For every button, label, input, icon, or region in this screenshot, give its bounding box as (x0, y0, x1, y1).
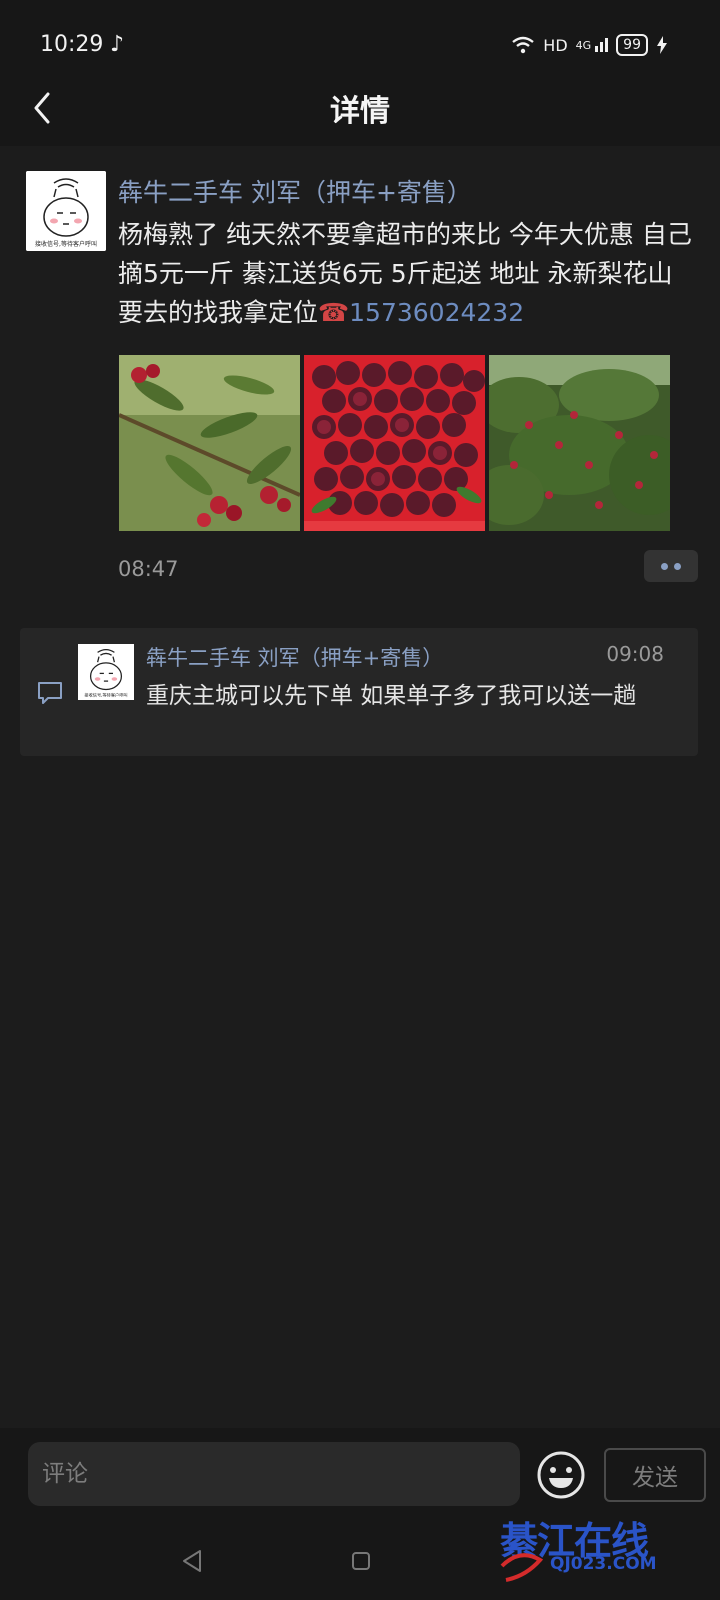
comment-time: 09:08 (606, 642, 664, 666)
more-dot-icon (661, 562, 668, 570)
watermark-swoosh-icon (500, 1553, 544, 1582)
more-dot-icon (674, 562, 681, 570)
photo-bayberry-tree[interactable] (489, 355, 670, 531)
hd-indicator: HD (543, 35, 568, 55)
status-indicators: HD 4G 99 (511, 34, 668, 56)
photo-grid (119, 355, 670, 531)
square-home-icon[interactable] (350, 1550, 372, 1572)
comment-avatar[interactable]: 接收信号,等待客户呼叫 (78, 644, 134, 704)
music-note-icon: ♪ (110, 32, 125, 57)
wifi-icon (512, 36, 535, 54)
network-type: 4G (575, 39, 592, 52)
status-time: 10:29 (40, 32, 104, 57)
avatar-caption: 接收信号,等待客户呼叫 (84, 692, 127, 699)
photo-bayberries-basket[interactable] (304, 355, 485, 531)
more-button[interactable] (644, 550, 698, 582)
triangle-back-icon[interactable] (180, 1548, 204, 1574)
comment-list: 接收信号,等待客户呼叫 犇牛二手车 刘军（押车+寄售） 09:08 重庆主城可以… (20, 628, 698, 756)
comment-bar: 发送 綦江在线 QJ023.COM (0, 1428, 720, 1600)
nav-bar: 详情 (0, 70, 720, 146)
avatar[interactable]: 接收信号,等待客户呼叫 (26, 171, 106, 251)
avatar-caption: 接收信号,等待客户呼叫 (35, 240, 97, 248)
signal-icon: 4G (576, 38, 609, 52)
comment-text: 重庆主城可以先下单 如果单子多了我可以送一趟 (146, 683, 637, 709)
send-button[interactable]: 发送 (604, 1448, 706, 1502)
post-text: 杨梅熟了 纯天然不要拿超市的来比 今年大优惠 自己摘5元一斤 綦江送货6元 5斤… (118, 215, 698, 332)
smiley-face-icon[interactable] (536, 1450, 586, 1500)
photo-bayberry-branch[interactable] (119, 355, 300, 531)
phone-icon: ☎ (318, 298, 350, 327)
charging-icon (657, 36, 667, 54)
post-time: 08:47 (118, 557, 179, 581)
watermark-domain: QJ023.COM (550, 1554, 657, 1574)
comment-bubble-icon (38, 682, 62, 704)
phone-link[interactable]: 15736024232 (349, 298, 524, 327)
comment-author[interactable]: 犇牛二手车 刘军（押车+寄售） (146, 642, 443, 672)
watermark-logo: 綦江在线 QJ023.COM (500, 1516, 700, 1586)
post-author[interactable]: 犇牛二手车 刘军（押车+寄售） (118, 173, 472, 209)
comment-input[interactable] (28, 1442, 520, 1506)
battery-icon: 99 (616, 34, 648, 56)
avatar-image: 接收信号,等待客户呼叫 (78, 644, 134, 700)
page-title: 详情 (330, 94, 390, 129)
avatar-image: 接收信号,等待客户呼叫 (26, 171, 106, 251)
